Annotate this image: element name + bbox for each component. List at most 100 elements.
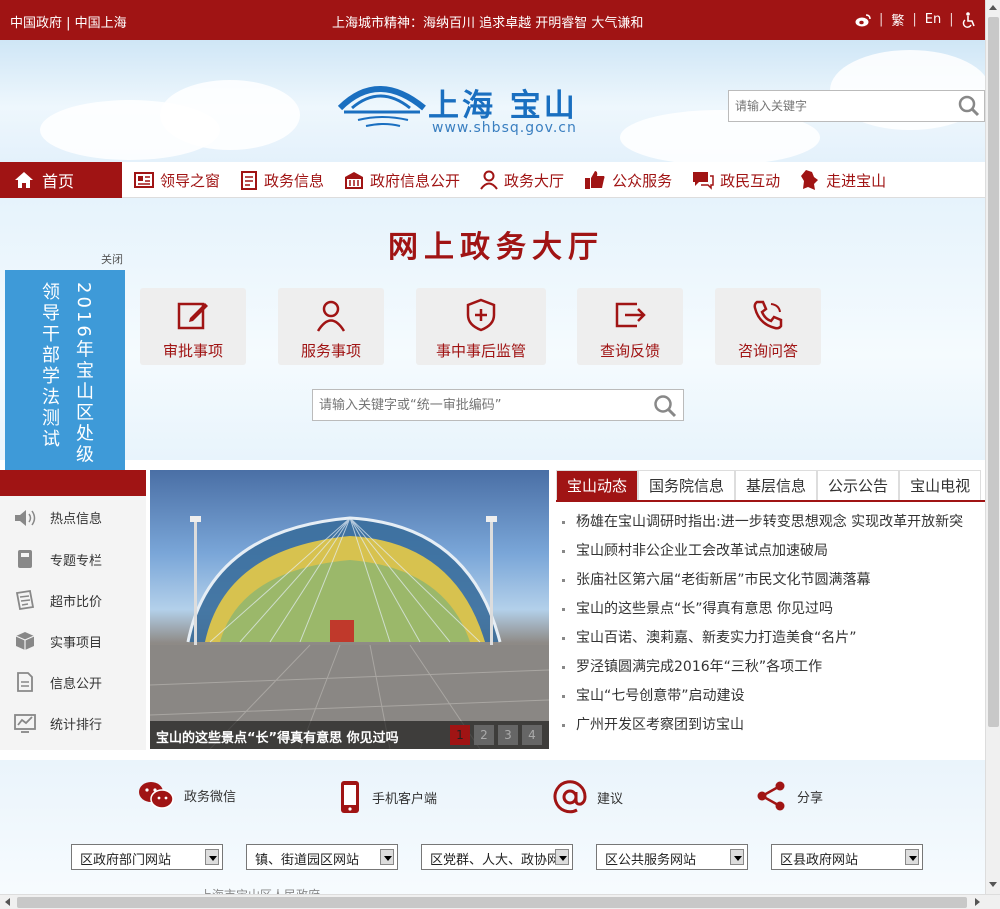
- select-value: 区政府部门网站: [80, 853, 172, 868]
- sidebar-item-label: 热点信息: [50, 512, 103, 527]
- select-towns[interactable]: 镇、街道园区网站: [246, 844, 398, 870]
- phone-icon: [753, 300, 783, 330]
- news-item[interactable]: 广州开发区考察团到访宝山: [556, 711, 985, 740]
- nav-item-label: 政府信息公开: [370, 171, 461, 190]
- nav-item-explore[interactable]: 走进宝山: [800, 169, 886, 191]
- tile-approval[interactable]: 审批事项: [140, 288, 246, 365]
- nav-item-public-service[interactable]: 公众服务: [584, 170, 672, 191]
- select-value: 区公共服务网站: [605, 853, 697, 868]
- news-item[interactable]: 罗泾镇圆满完成2016年“三秋”各项工作: [556, 653, 985, 682]
- close-banner-button[interactable]: 关闭: [101, 251, 123, 267]
- sidebar-item-stats[interactable]: 统计排行: [14, 713, 102, 733]
- sidebar-item-label: 超市比价: [50, 594, 103, 610]
- chart-icon: [14, 714, 36, 733]
- tile-label: 咨询问答: [737, 342, 798, 360]
- notes-icon: [15, 590, 35, 610]
- vertical-scrollbar[interactable]: [985, 0, 1000, 894]
- accessibility-icon[interactable]: [962, 11, 976, 28]
- tab-state-council[interactable]: 国务院信息: [638, 470, 736, 500]
- sidebar-item-label: 专题专栏: [50, 553, 103, 569]
- nav-item-label: 政务大厅: [504, 171, 565, 190]
- nav-item-interaction[interactable]: 政民互动: [692, 170, 780, 191]
- tab-baoshan-tv[interactable]: 宝山电视: [899, 470, 982, 500]
- news-item[interactable]: 宝山“七号创意带”启动建设: [556, 682, 985, 711]
- scroll-left-icon[interactable]: [5, 898, 10, 906]
- weibo-icon[interactable]: [855, 13, 871, 27]
- select-party[interactable]: 区党群、人大、政协网: [421, 844, 573, 870]
- site-search-input[interactable]: [729, 91, 949, 121]
- slider-page-4[interactable]: 4: [522, 725, 542, 745]
- site-header: 上海 宝山 www.shbsq.gov.cn: [0, 40, 990, 165]
- select-value: 镇、街道园区网站: [255, 853, 360, 868]
- news-item[interactable]: 宝山百诺、澳莉嘉、新麦实力打造美食“名片”: [556, 624, 985, 653]
- banner-line-2: 领导干部学法测试: [39, 282, 60, 450]
- news-slider[interactable]: 宝山的这些景点“长”得真有意思 你见过吗 1 2 3 4: [150, 470, 549, 749]
- slider-page-1[interactable]: 1: [450, 725, 470, 745]
- nav-home[interactable]: 首页: [0, 162, 122, 198]
- chevron-down-icon: [380, 849, 394, 865]
- tile-query[interactable]: 查询反馈: [577, 288, 683, 365]
- nav-item-gov-info[interactable]: 政务信息: [240, 170, 324, 191]
- news-item[interactable]: 杨雄在宝山调研时指出:进一步转变思想观念 实现改革开放新突: [556, 508, 985, 537]
- scroll-up-icon[interactable]: [989, 5, 997, 10]
- nav-item-label: 政务信息: [264, 171, 325, 190]
- sidebar-item-hot[interactable]: 热点信息: [14, 508, 102, 527]
- tile-service[interactable]: 服务事项: [278, 288, 384, 365]
- share-label: 手机客户端: [372, 791, 438, 807]
- english-link[interactable]: En: [925, 12, 941, 27]
- select-public-service[interactable]: 区公共服务网站: [596, 844, 748, 870]
- sidebar-item-topics[interactable]: 专题专栏: [14, 549, 102, 569]
- main-nav: 首页 领导之窗 政务信息 政府信息公开 政务大厅 公众服务 政民互动 走进宝山: [0, 162, 985, 198]
- tile-supervision[interactable]: 事中事后监管: [416, 288, 546, 365]
- slider-page-2[interactable]: 2: [474, 725, 494, 745]
- speaker-icon: [15, 509, 36, 526]
- select-value: 区党群、人大、政协网: [430, 853, 561, 868]
- vertical-scroll-thumb[interactable]: [988, 17, 999, 727]
- search-icon[interactable]: [958, 95, 980, 117]
- news-item[interactable]: 宝山的这些景点“长”得真有意思 你见过吗: [556, 595, 985, 624]
- search-icon[interactable]: [653, 394, 677, 418]
- nav-item-leaders[interactable]: 领导之窗: [134, 170, 220, 191]
- sidebar-item-prices[interactable]: 超市比价: [14, 590, 102, 610]
- hall-search-input[interactable]: [313, 390, 643, 420]
- nav-item-label: 走进宝山: [826, 171, 887, 190]
- nav-item-hall[interactable]: 政务大厅: [480, 170, 564, 191]
- horizontal-scroll-thumb[interactable]: [17, 897, 967, 908]
- select-district-departments[interactable]: 区政府部门网站: [71, 844, 223, 870]
- floating-banner[interactable]: 2016年宝山区处级 领导干部学法测试: [5, 270, 125, 490]
- chevron-down-icon: [555, 849, 569, 865]
- map-icon: [801, 170, 819, 190]
- tab-baoshan-news[interactable]: 宝山动态: [556, 470, 639, 500]
- cloud-decoration: [160, 80, 300, 150]
- chevron-down-icon: [905, 849, 919, 865]
- share-button[interactable]: 分享: [755, 780, 823, 812]
- online-hall: 网上政务大厅 审批事项 服务事项 事中事后监管 查询反馈 咨询问答: [0, 198, 985, 460]
- sidebar-item-projects[interactable]: 实事项目: [14, 631, 102, 651]
- stadium-photo: [150, 516, 549, 749]
- horizontal-scrollbar[interactable]: [0, 894, 1000, 909]
- scroll-right-icon[interactable]: [975, 898, 980, 906]
- tab-grassroots[interactable]: 基层信息: [735, 470, 818, 500]
- export-icon: [615, 302, 646, 328]
- site-logo[interactable]: 上海 宝山 www.shbsq.gov.cn: [338, 78, 598, 138]
- slider-page-3[interactable]: 3: [498, 725, 518, 745]
- share-mobile[interactable]: 手机客户端: [338, 780, 437, 814]
- share-wechat[interactable]: 政务微信: [138, 780, 236, 810]
- gov-links[interactable]: 中国政府 | 中国上海: [10, 12, 127, 31]
- sidebar-item-disclosure[interactable]: 信息公开: [14, 672, 102, 692]
- share-suggestion[interactable]: 建议: [553, 780, 623, 814]
- news-item[interactable]: 张庙社区第六届“老街新居”市民文化节圆满落幕: [556, 566, 985, 595]
- traditional-chinese-link[interactable]: 繁: [891, 10, 904, 29]
- box-icon: [15, 632, 35, 650]
- top-tools: | 繁 | En |: [855, 10, 976, 29]
- select-county-gov[interactable]: 区县政府网站: [771, 844, 923, 870]
- news-item[interactable]: 宝山顾村非公企业工会改革试点加速破局: [556, 537, 985, 566]
- user-icon: [480, 170, 498, 190]
- news-list: 杨雄在宝山调研时指出:进一步转变思想观念 实现改革开放新突 宝山顾村非公企业工会…: [556, 508, 985, 740]
- tile-consult[interactable]: 咨询问答: [715, 288, 821, 365]
- nav-item-open-info[interactable]: 政府信息公开: [344, 170, 460, 191]
- tile-label: 服务事项: [300, 342, 361, 360]
- tab-announcements[interactable]: 公示公告: [817, 470, 900, 500]
- bridge-logo-icon: [338, 86, 426, 127]
- scroll-down-icon[interactable]: [989, 882, 997, 887]
